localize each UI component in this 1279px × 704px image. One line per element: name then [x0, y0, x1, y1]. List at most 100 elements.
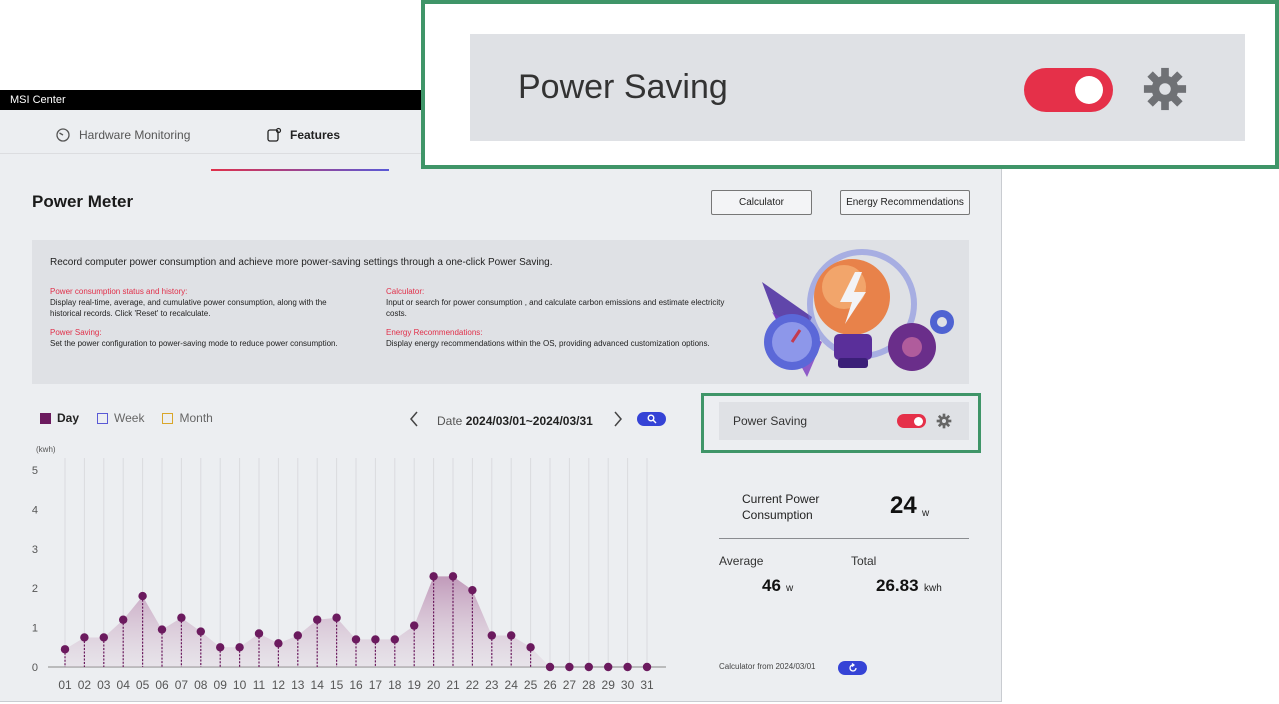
data-point: [157, 625, 167, 634]
calculator-button[interactable]: Calculator: [711, 190, 812, 215]
date-label: Date: [437, 414, 463, 428]
data-point: [313, 615, 322, 624]
date-value: 2024/03/01~2024/03/31: [465, 414, 593, 428]
y-tick-label: 2: [32, 583, 38, 595]
data-point: [332, 613, 341, 622]
info-heading-energy: Energy Recommendations:: [386, 328, 483, 337]
features-icon: [266, 127, 282, 143]
info-heading-calculator: Calculator:: [386, 287, 425, 296]
data-point: [390, 635, 399, 644]
zoom-power-saving-card: Power Saving: [470, 34, 1245, 141]
y-tick-label: 1: [32, 623, 38, 635]
tab-label: Hardware Monitoring: [79, 128, 191, 142]
info-text-calculator: Input or search for power consumption , …: [386, 297, 724, 319]
info-heading-status: Power consumption status and history:: [50, 287, 188, 296]
data-point: [119, 615, 128, 624]
x-tick-label: 13: [291, 678, 305, 692]
x-tick-label: 31: [640, 678, 654, 692]
data-point: [565, 662, 574, 672]
x-tick-label: 01: [58, 678, 72, 692]
data-point: [80, 633, 89, 642]
average-unit: w: [786, 583, 794, 594]
x-tick-label: 25: [524, 678, 538, 692]
y-tick-label: 4: [32, 504, 38, 516]
power-chart: 012345(kwh)01 02 03 04 05 06 07 08 09 10 11 12 13 14 1…: [32, 445, 666, 692]
x-tick-label: 20: [427, 678, 441, 692]
active-tab-indicator: [211, 169, 389, 171]
checkbox-icon: [97, 412, 109, 424]
power-saving-zoom-callout: Power Saving: [421, 0, 1279, 169]
data-point: [177, 613, 186, 622]
x-tick-label: 29: [602, 678, 616, 692]
chevron-left-icon[interactable]: [408, 410, 420, 433]
current-consumption-unit: w: [922, 508, 930, 519]
average-value: 46: [762, 576, 781, 595]
x-tick-label: 06: [155, 678, 169, 692]
energy-recommendations-button[interactable]: Energy Recommendations: [840, 190, 970, 215]
reset-button[interactable]: [838, 661, 867, 675]
period-month[interactable]: Month: [162, 411, 213, 425]
toggle-knob: [1075, 76, 1103, 104]
data-point: [448, 572, 458, 581]
x-tick-label: 08: [194, 678, 208, 692]
total-value: 26.83: [876, 576, 919, 595]
info-line: Display energy recommendations within th…: [386, 339, 710, 348]
data-point: [351, 635, 361, 644]
chevron-right-icon[interactable]: [612, 410, 624, 433]
total-unit: kwh: [924, 583, 942, 594]
x-tick-label: 26: [543, 678, 557, 692]
x-tick-label: 03: [97, 678, 111, 692]
x-tick-label: 05: [136, 678, 150, 692]
x-tick-label: 21: [446, 678, 460, 692]
data-point: [196, 627, 205, 636]
x-tick-label: 11: [253, 678, 266, 692]
data-point: [371, 635, 380, 644]
info-line: costs.: [386, 309, 407, 318]
search-button[interactable]: [637, 412, 666, 426]
period-selector: Day Week Month: [40, 411, 213, 425]
zoom-power-saving-toggle[interactable]: [1024, 68, 1113, 112]
checkbox-icon: [40, 412, 51, 424]
data-point: [545, 662, 555, 672]
info-panel: Record computer power consumption and ac…: [32, 240, 969, 384]
y-tick-label: 3: [32, 544, 38, 556]
tab-hardware-monitoring[interactable]: Hardware Monitoring: [55, 120, 190, 150]
data-point: [60, 645, 70, 654]
y-axis-label: (kwh): [36, 445, 56, 454]
total-label: Total: [851, 554, 877, 568]
data-point: [216, 643, 225, 652]
power-saving-highlight: [701, 393, 981, 453]
info-text-status: Display real-time, average, and cumulati…: [50, 297, 327, 319]
calculator-from-date: Calculator from 2024/03/01: [719, 662, 816, 671]
x-tick-label: 22: [466, 678, 480, 692]
zoom-power-saving-label: Power Saving: [518, 68, 728, 106]
x-tick-label: 19: [408, 678, 422, 692]
data-point: [410, 621, 419, 630]
y-tick-label: 0: [32, 662, 38, 674]
data-point: [604, 662, 613, 672]
x-tick-label: 23: [485, 678, 499, 692]
period-label: Day: [57, 411, 80, 425]
period-label: Month: [179, 411, 213, 425]
data-point: [99, 633, 109, 642]
data-point: [584, 662, 593, 672]
x-tick-label: 28: [582, 678, 596, 692]
x-tick-label: 16: [349, 678, 363, 692]
gauge-icon: [55, 127, 71, 143]
x-tick-label: 15: [330, 678, 344, 692]
tab-label: Features: [290, 128, 341, 142]
data-point: [642, 662, 652, 672]
x-tick-label: 30: [621, 678, 635, 692]
current-consumption-value: 24: [890, 492, 917, 519]
search-icon: [647, 414, 656, 424]
info-line: Input or search for power consumption , …: [386, 298, 725, 307]
tab-features[interactable]: Features: [266, 120, 340, 150]
data-point: [487, 631, 496, 640]
gear-icon[interactable]: [1142, 66, 1188, 117]
data-point: [254, 629, 264, 638]
info-line: Set the power configuration to power-sav…: [50, 339, 338, 348]
refresh-icon: [848, 663, 857, 672]
period-day[interactable]: Day: [40, 411, 79, 425]
period-week[interactable]: Week: [97, 411, 144, 425]
x-tick-label: 12: [272, 678, 286, 692]
